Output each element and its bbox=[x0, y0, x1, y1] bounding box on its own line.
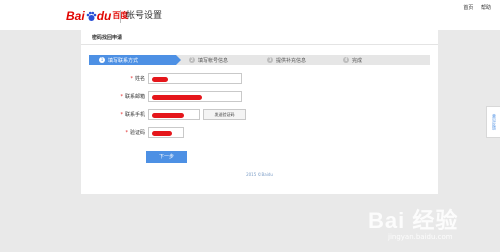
watermark-main: Bai 经验 bbox=[368, 208, 459, 233]
phone-label: * 联系手机 bbox=[120, 112, 145, 118]
step-number: 1 bbox=[99, 57, 105, 63]
redaction-mark bbox=[152, 131, 172, 136]
top-header: Bai du 百度 帐号设置 首页 帮助 bbox=[0, 0, 500, 30]
watermark-sub: jingyan.baidu.com bbox=[388, 233, 453, 241]
redaction-mark bbox=[152, 95, 202, 100]
step-number: 4 bbox=[343, 57, 349, 63]
top-links: 首页 帮助 bbox=[457, 4, 491, 11]
captcha-field[interactable] bbox=[148, 127, 184, 138]
baidu-logo[interactable]: Bai du 百度 bbox=[66, 8, 128, 24]
panel-divider bbox=[81, 44, 438, 45]
logo-text-du: du bbox=[96, 9, 112, 23]
home-link[interactable]: 首页 bbox=[463, 5, 473, 11]
step-1: 1 填写联系方式 bbox=[89, 55, 176, 65]
paw-icon bbox=[86, 11, 96, 21]
send-code-button[interactable]: 发送验证码 bbox=[203, 109, 246, 120]
step-2: 2 填写帐号信息 bbox=[189, 55, 228, 65]
step-label: 填写联系方式 bbox=[108, 57, 139, 64]
step-arrow bbox=[176, 55, 181, 65]
help-link[interactable]: 帮助 bbox=[481, 5, 491, 11]
email-field[interactable] bbox=[148, 91, 242, 102]
name-field[interactable] bbox=[148, 73, 242, 84]
page-title: 帐号设置 bbox=[126, 11, 163, 21]
form-panel: 密码找回申请 1 填写联系方式 2 填写帐号信息 3 提供补充信息 4 完成 *… bbox=[81, 30, 438, 194]
phone-field[interactable] bbox=[148, 109, 200, 120]
step-label: 提供补充信息 bbox=[276, 57, 307, 64]
step-label: 完成 bbox=[352, 57, 363, 64]
copyright: 2015 ©Baidu bbox=[246, 172, 273, 177]
step-label: 填写帐号信息 bbox=[198, 57, 229, 64]
captcha-label: * 验证码 bbox=[125, 130, 145, 136]
email-label: * 联系邮箱 bbox=[120, 94, 145, 100]
step-number: 2 bbox=[189, 57, 195, 63]
feedback-tab[interactable]: 意见反馈 bbox=[486, 106, 500, 138]
progress-steps: 1 填写联系方式 2 填写帐号信息 3 提供补充信息 4 完成 bbox=[89, 55, 430, 65]
next-button[interactable]: 下一步 bbox=[146, 151, 187, 163]
watermark: Bai 经验 jingyan.baidu.com bbox=[368, 203, 490, 249]
logo-text-bai: Bai bbox=[66, 9, 85, 23]
panel-title: 密码找回申请 bbox=[92, 35, 123, 41]
step-3: 3 提供补充信息 bbox=[267, 55, 306, 65]
header-divider bbox=[120, 10, 121, 23]
name-row: * 姓名 bbox=[81, 73, 438, 85]
captcha-row: * 验证码 bbox=[81, 127, 438, 139]
step-number: 3 bbox=[267, 57, 273, 63]
redaction-mark bbox=[152, 113, 184, 118]
step-4: 4 完成 bbox=[343, 55, 362, 65]
name-label: * 姓名 bbox=[130, 76, 145, 82]
redaction-mark bbox=[152, 77, 168, 82]
phone-row: * 联系手机 发送验证码 bbox=[81, 109, 438, 121]
email-row: * 联系邮箱 bbox=[81, 91, 438, 103]
